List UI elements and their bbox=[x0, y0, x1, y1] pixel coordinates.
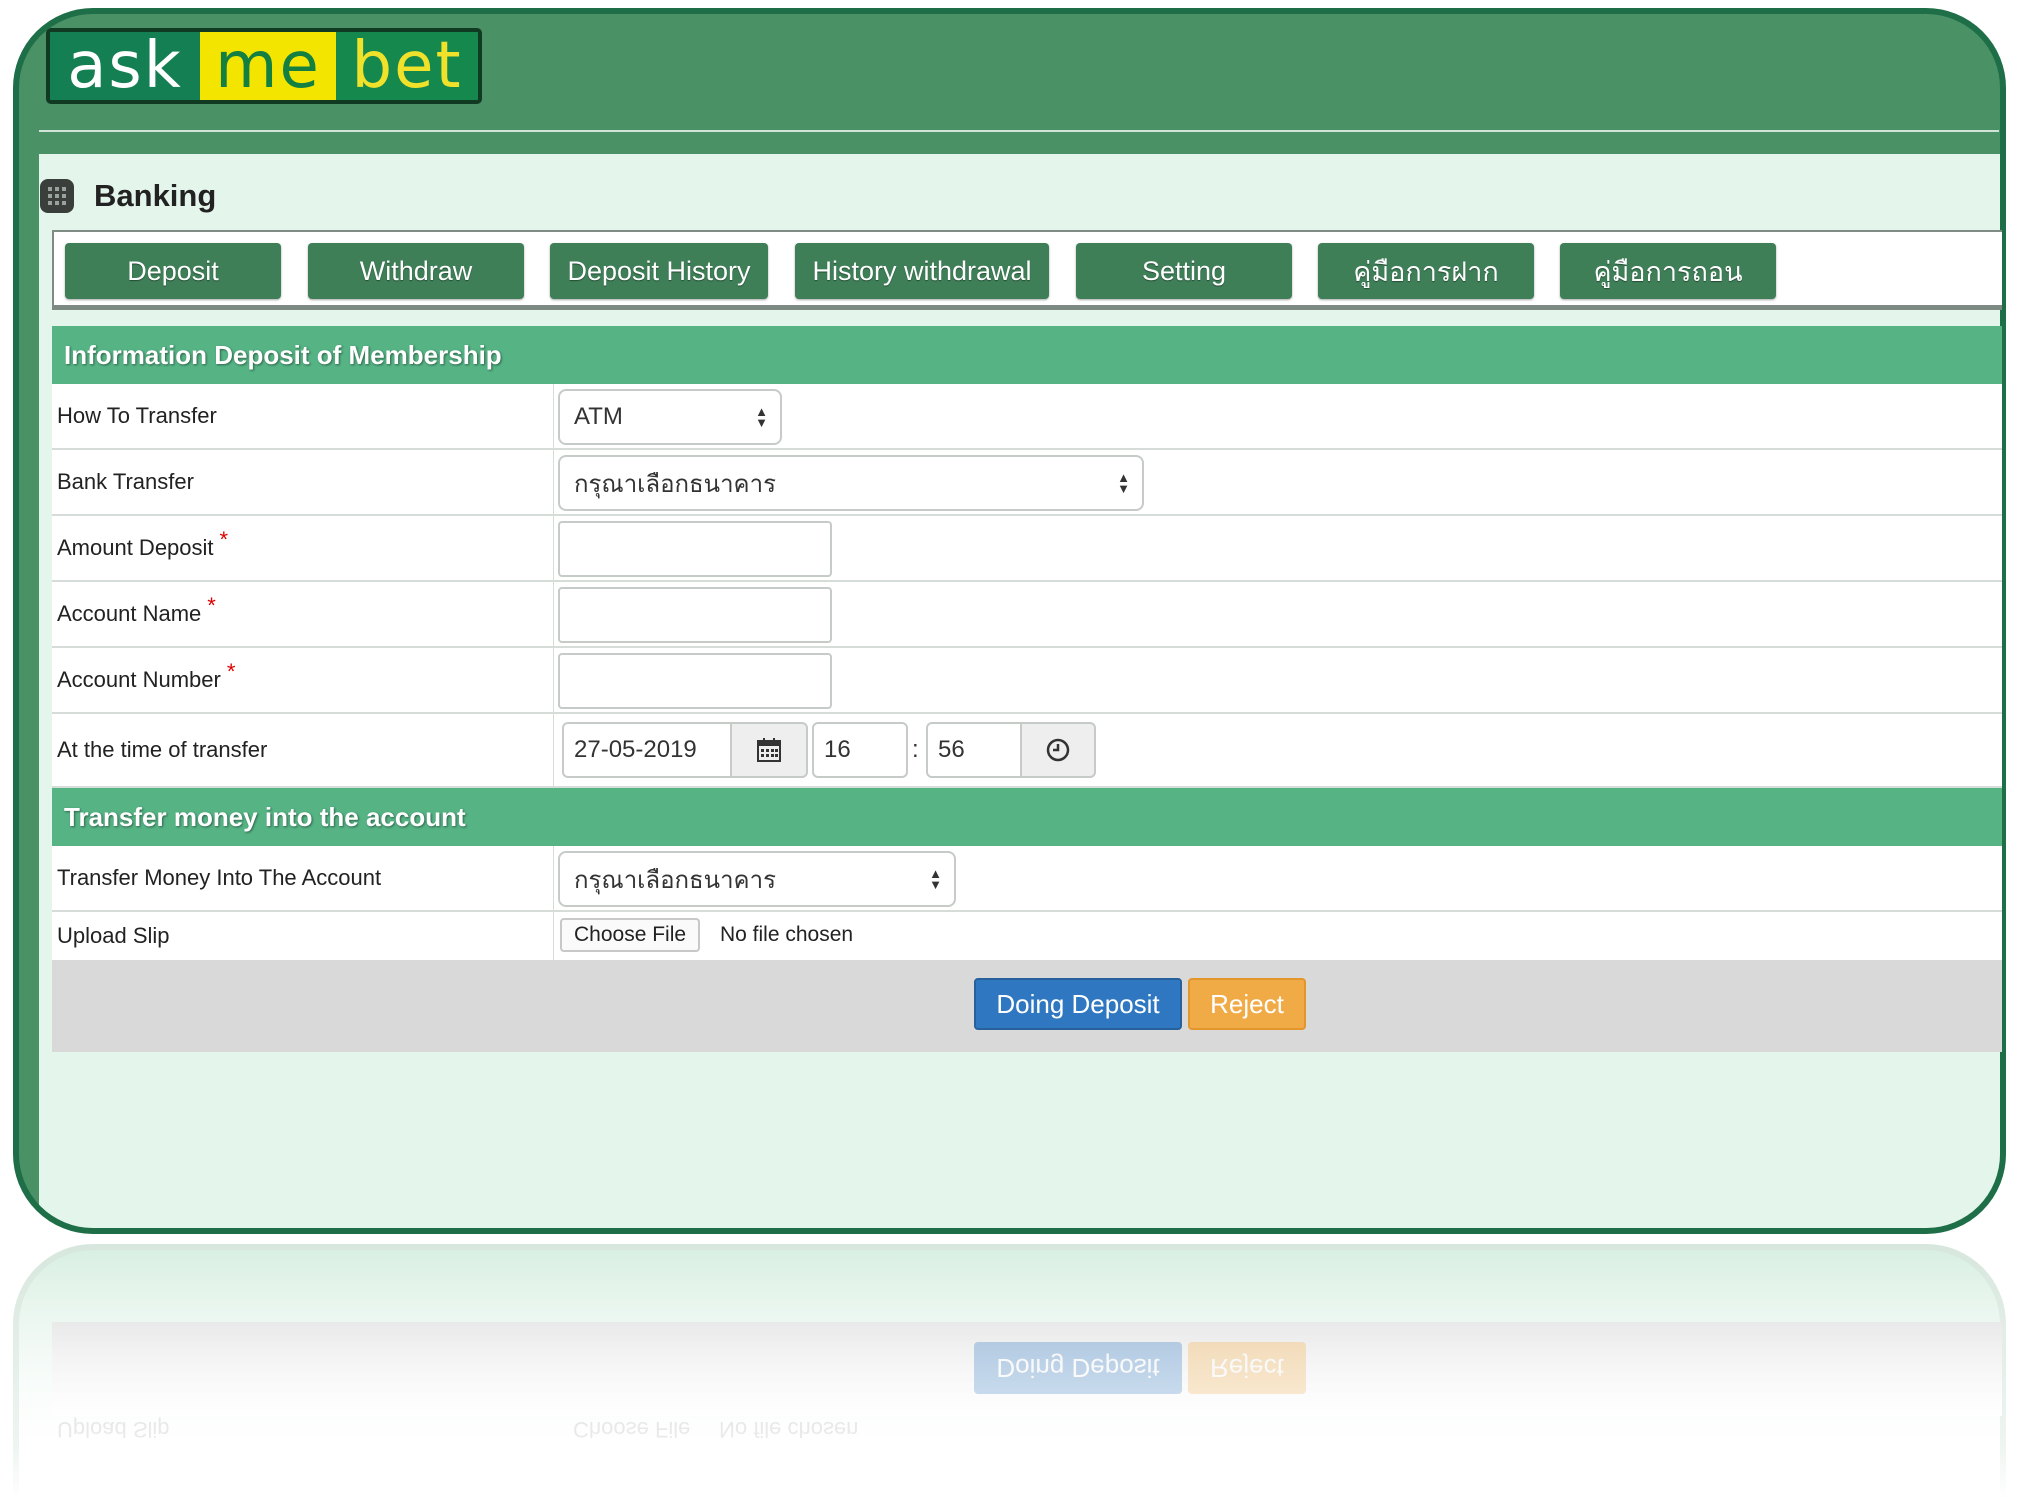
section-header-deposit-info: Information Deposit of Membership bbox=[52, 326, 2002, 384]
panel-title: Banking bbox=[40, 178, 216, 214]
file-status: No file chosen bbox=[720, 923, 854, 946]
amount-deposit-label: Amount Deposit * bbox=[57, 527, 229, 560]
header-divider bbox=[39, 130, 1999, 132]
select-arrows-icon: ▲ ▼ bbox=[929, 866, 942, 892]
grid-icon bbox=[40, 179, 74, 213]
bank-transfer-select[interactable]: กรุณาเลือกธนาคาร ▲ ▼ bbox=[558, 455, 1144, 511]
logo-ask: ask bbox=[50, 32, 200, 100]
account-number-input[interactable] bbox=[558, 653, 832, 709]
form-row-how-to-transfer: How To Transfer ATM ▲ ▼ bbox=[52, 384, 2002, 450]
account-number-label: Account Number * bbox=[57, 659, 236, 692]
form-row-account-number: Account Number * bbox=[52, 648, 2002, 714]
page-title: Banking bbox=[94, 178, 217, 213]
form-row-time-of-transfer: At the time of transfer 27-05-2019 16 : … bbox=[52, 714, 2002, 788]
calendar-icon bbox=[757, 738, 781, 762]
transfer-date-input[interactable]: 27-05-2019 bbox=[562, 722, 732, 778]
transfer-into-account-select[interactable]: กรุณาเลือกธนาคาร ▲ ▼ bbox=[558, 851, 956, 907]
form-row-account-name: Account Name * bbox=[52, 582, 2002, 648]
bank-transfer-value: กรุณาเลือกธนาคาร bbox=[574, 470, 776, 498]
form-row-upload-slip: Upload Slip Choose File No file chosen bbox=[52, 912, 2002, 960]
time-of-transfer-label: At the time of transfer bbox=[57, 737, 268, 762]
section-header-transfer: Transfer money into the account bbox=[52, 788, 2002, 846]
account-name-input[interactable] bbox=[558, 587, 832, 643]
askmebet-logo[interactable]: ask me bet bbox=[46, 28, 482, 104]
doing-deposit-button[interactable]: Doing Deposit bbox=[974, 978, 1182, 1030]
form-row-bank-transfer: Bank Transfer กรุณาเลือกธนาคาร ▲ ▼ bbox=[52, 450, 2002, 516]
transfer-into-account-label: Transfer Money Into The Account bbox=[57, 865, 382, 890]
logo-bet: bet bbox=[336, 32, 478, 100]
bank-transfer-label: Bank Transfer bbox=[57, 469, 194, 494]
nav-deposit-history-button[interactable]: Deposit History bbox=[550, 243, 768, 299]
nav-withdraw-manual-button[interactable]: คู่มือการถอน bbox=[1560, 243, 1776, 299]
calendar-button[interactable] bbox=[730, 722, 808, 778]
transfer-minute-input[interactable]: 56 bbox=[926, 722, 1022, 778]
select-arrows-icon: ▲ ▼ bbox=[755, 404, 768, 430]
required-marker: * bbox=[219, 527, 229, 552]
required-marker: * bbox=[226, 659, 236, 684]
required-marker: * bbox=[207, 593, 216, 618]
how-to-transfer-label: How To Transfer bbox=[57, 403, 217, 428]
logo-me: me bbox=[200, 32, 336, 100]
clock-icon bbox=[1046, 738, 1070, 762]
banking-nav: Deposit Withdraw Deposit History History… bbox=[52, 230, 2002, 310]
account-name-label: Account Name * bbox=[57, 593, 216, 626]
nav-deposit-manual-button[interactable]: คู่มือการฝาก bbox=[1318, 243, 1534, 299]
reject-button[interactable]: Reject bbox=[1188, 978, 1306, 1030]
form-row-amount-deposit: Amount Deposit * bbox=[52, 516, 2002, 582]
clock-button[interactable] bbox=[1020, 722, 1096, 778]
how-to-transfer-select[interactable]: ATM ▲ ▼ bbox=[558, 389, 782, 445]
nav-deposit-button[interactable]: Deposit bbox=[65, 243, 281, 299]
how-to-transfer-value: ATM bbox=[574, 403, 623, 430]
choose-file-button[interactable]: Choose File bbox=[560, 918, 701, 952]
upload-slip-label: Upload Slip bbox=[57, 923, 170, 948]
transfer-into-account-value: กรุณาเลือกธนาคาร bbox=[574, 866, 776, 894]
nav-withdraw-button[interactable]: Withdraw bbox=[308, 243, 524, 299]
amount-deposit-input[interactable] bbox=[558, 521, 832, 577]
nav-setting-button[interactable]: Setting bbox=[1076, 243, 1292, 299]
page-reflection: Doing Deposit Reject Upload Slip Choose … bbox=[13, 1244, 2006, 1500]
time-separator: : bbox=[912, 736, 919, 763]
select-arrows-icon: ▲ ▼ bbox=[1117, 470, 1130, 496]
form-row-transfer-into-account: Transfer Money Into The Account กรุณาเลื… bbox=[52, 846, 2002, 912]
nav-history-withdrawal-button[interactable]: History withdrawal bbox=[795, 243, 1049, 299]
transfer-hour-input[interactable]: 16 bbox=[812, 722, 908, 778]
